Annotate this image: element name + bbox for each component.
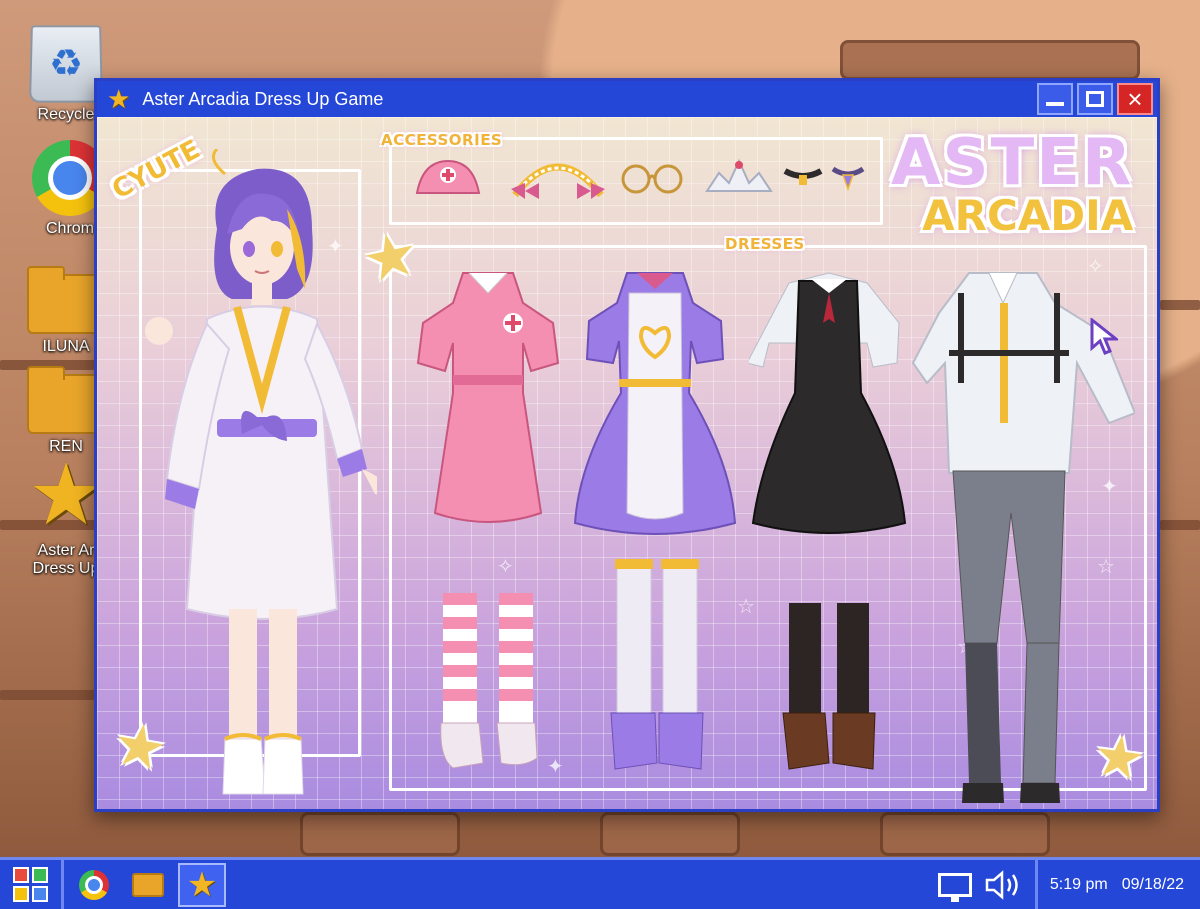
background-crate (880, 812, 1050, 856)
start-button[interactable] (0, 860, 64, 909)
star-icon: ★ (186, 865, 218, 904)
character-model (145, 149, 377, 795)
recycle-bin-icon: ♻ (28, 25, 104, 103)
close-button[interactable]: × (1117, 83, 1153, 115)
taskbar-app-chrome[interactable] (70, 863, 118, 907)
nurse-cap-icon[interactable] (413, 155, 483, 201)
nurse-outfit[interactable] (413, 263, 563, 783)
round-glasses-icon[interactable] (619, 161, 685, 197)
game-canvas: ✦ ✧ ☆ ✦ ☆ ☆ ✧ ☆ ☆ ✦ ✧ ✦ CYUTE ACCESSORIE… (97, 117, 1157, 809)
clock[interactable]: 5:19 pm 09/18/22 (1034, 860, 1200, 909)
logo-line-aster: ASTER (891, 126, 1134, 200)
clock-time: 5:19 pm (1049, 875, 1108, 893)
monitor-icon (937, 872, 972, 902)
logo-line-arcadia: ARCADIA (922, 190, 1134, 240)
system-tray: 5:19 pm 09/18/22 (931, 860, 1200, 909)
folder-icon (132, 872, 164, 897)
background-shelf (1160, 300, 1200, 310)
taskbar: ★ 5:19 pm 09/18/22 (0, 857, 1200, 909)
close-icon: × (1127, 83, 1143, 114)
window-title: Aster Arcadia Dress Up Game (142, 88, 384, 109)
maximize-button[interactable] (1077, 83, 1113, 115)
background-crate (300, 812, 460, 856)
taskbar-app-dress-up-game[interactable]: ★ (178, 862, 226, 907)
start-grid-icon (13, 867, 48, 902)
minimize-icon (1046, 102, 1064, 106)
maximize-icon (1086, 91, 1104, 107)
tiara-icon[interactable] (703, 155, 775, 197)
dresses-label: DRESSES (725, 235, 805, 253)
pointer-cursor-icon (1090, 318, 1118, 355)
game-window: ★ Aster Arcadia Dress Up Game × ✦ ✧ ☆ ✦ … (94, 78, 1160, 812)
school-dress-outfit[interactable] (749, 263, 907, 793)
minimize-button[interactable] (1037, 83, 1073, 115)
display-button[interactable] (931, 860, 979, 909)
volume-button[interactable] (979, 860, 1027, 909)
accessories-label: ACCESSORIES (381, 131, 503, 149)
star-icon: ★ (107, 84, 131, 114)
game-logo: ASTER ARCADIA (891, 126, 1134, 240)
maid-outfit[interactable] (571, 263, 739, 793)
taskbar-app-folder[interactable] (124, 863, 172, 907)
speaker-icon (985, 869, 1018, 900)
window-titlebar[interactable]: ★ Aster Arcadia Dress Up Game × (97, 81, 1157, 117)
choker-icon[interactable] (783, 163, 823, 193)
pendant-choker-icon[interactable] (831, 163, 865, 193)
clock-date: 09/18/22 (1121, 875, 1184, 893)
background-crate (840, 40, 1140, 80)
background-crate (600, 812, 740, 856)
maid-headband-icon[interactable] (507, 143, 609, 205)
background-shelf (1160, 520, 1200, 530)
chrome-icon (79, 869, 109, 900)
